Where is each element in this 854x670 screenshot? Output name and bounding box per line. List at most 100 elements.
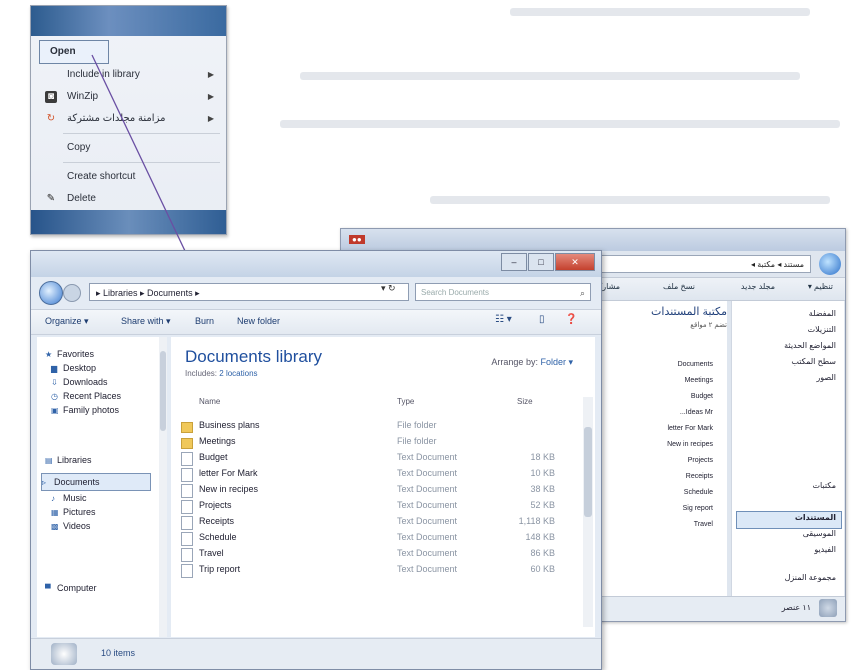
share-with-button[interactable]: Share with ▾ <box>121 316 171 327</box>
nav-item-libraries[interactable]: ▤ Libraries <box>45 455 92 465</box>
address-bar[interactable]: مستند ◂ مكتبة ◂ <box>601 255 811 273</box>
search-input[interactable]: Search Documents ⌕ <box>415 283 591 301</box>
nav-item-documents[interactable]: ▹ Documents <box>41 473 151 491</box>
menu-item-copy[interactable]: Copy <box>39 137 220 159</box>
list-item[interactable]: Ideas Mr... <box>613 409 713 416</box>
list-item[interactable]: Receipts Text Document 1,118 KB <box>181 515 565 531</box>
column-header-size[interactable]: Size <box>517 397 533 406</box>
nav-item-favorites[interactable]: ★ Favorites <box>45 349 94 359</box>
organize-button[interactable]: Organize ▾ <box>45 316 89 327</box>
nav-item-family-photos[interactable]: ▣ Family photos <box>51 405 119 415</box>
organize-button[interactable]: تنظيم ▾ <box>808 282 833 291</box>
menu-item-sync-shared-folders[interactable]: ↻ مزامنة مجلدات مشتركة ▶ <box>39 108 220 130</box>
list-item[interactable]: New in recipes Text Document 38 KB <box>181 483 565 499</box>
refresh-icon[interactable]: ▾ ↻ <box>381 283 396 294</box>
list-item[interactable]: Projects <box>613 457 713 464</box>
column-header-type[interactable]: Type <box>397 397 414 406</box>
nav-item-videos[interactable]: ▩ Videos <box>51 521 90 531</box>
list-item[interactable]: letter For Mark <box>613 425 713 432</box>
context-menu-list: Open Include in library ▶ ◙ WinZip ▶ ↻ مزامن… <box>39 40 220 210</box>
view-options-icon[interactable]: ☷ ▾ <box>495 314 512 325</box>
recent-icon: ◷ <box>51 392 58 401</box>
menu-item-open[interactable]: Open <box>39 40 109 64</box>
menu-item-winzip[interactable]: ◙ WinZip ▶ <box>39 86 220 108</box>
desktop-icon: ▆ <box>51 364 58 373</box>
menu-item-include-in-library[interactable]: Include in library ▶ <box>39 64 220 86</box>
library-icon <box>51 643 77 665</box>
list-item[interactable]: Schedule <box>613 489 713 496</box>
nav-item-downloads[interactable]: ⇩ Downloads <box>51 377 108 387</box>
maximize-button[interactable]: □ <box>528 253 554 271</box>
list-item[interactable]: Projects Text Document 52 KB <box>181 499 565 515</box>
scrollbar-thumb[interactable] <box>584 427 592 517</box>
menu-item-delete[interactable]: ✎ Delete <box>39 188 220 210</box>
nav-item-recent-places[interactable]: ◷ Recent Places <box>51 391 121 401</box>
forward-button[interactable] <box>63 284 81 302</box>
nav-item-videos[interactable]: الفيديو <box>740 545 836 554</box>
toolbar: Organize ▾ Share with ▾ Burn New folder … <box>31 309 601 335</box>
nav-item-music[interactable]: ♪ Music <box>51 493 87 503</box>
nav-scrollbar[interactable] <box>159 337 167 637</box>
minimize-button[interactable]: – <box>501 253 527 271</box>
library-title: مكتبة المستندات <box>651 306 727 318</box>
list-item[interactable]: Trip report Text Document 60 KB <box>181 563 565 579</box>
nav-item-downloads[interactable]: التنزيلات <box>740 325 836 334</box>
navigation-pane: المفضلة التنزيلات المواضع الحديثة سطح ال… <box>731 301 844 597</box>
menu-separator <box>63 162 220 163</box>
navigation-pane: ★ Favorites ▆ Desktop ⇩ Downloads ◷ Recent P… <box>37 337 166 637</box>
back-button[interactable] <box>819 253 841 275</box>
address-bar[interactable]: ▸ Libraries ▸ Documents ▸ <box>89 283 409 301</box>
file-list-scrollbar[interactable] <box>583 397 593 627</box>
nav-item-computer[interactable]: ▀ Computer <box>45 583 97 593</box>
new-folder-button[interactable]: مجلد جديد <box>741 282 775 291</box>
column-header-name[interactable]: Name <box>199 397 220 406</box>
nav-item-favorites[interactable]: المفضلة <box>740 309 836 318</box>
nav-item-documents[interactable]: المستندات <box>740 513 836 522</box>
list-item[interactable]: Travel Text Document 86 KB <box>181 547 565 563</box>
help-icon[interactable]: ❓ <box>565 314 577 325</box>
burn-button[interactable]: Burn <box>195 316 214 326</box>
nav-item-libraries[interactable]: مكتبات <box>740 481 837 490</box>
list-item[interactable]: Budget Text Document 18 KB <box>181 451 565 467</box>
text-document-icon <box>181 500 193 514</box>
list-item[interactable]: Meetings File folder <box>181 435 565 451</box>
submenu-arrow-icon: ▶ <box>207 114 214 123</box>
nav-item-recent[interactable]: المواضع الحديثة <box>740 341 836 350</box>
list-item[interactable]: Budget <box>613 393 713 400</box>
close-button[interactable]: ✕ <box>555 253 595 271</box>
taskbar-top <box>31 6 226 36</box>
list-item[interactable]: letter For Mark Text Document 10 KB <box>181 467 565 483</box>
scrollbar-thumb[interactable] <box>160 351 166 431</box>
library-includes: Includes: 2 locations <box>185 369 258 378</box>
list-item[interactable]: Meetings <box>613 377 713 384</box>
preview-pane-icon[interactable]: ▯ <box>539 314 545 325</box>
nav-item-desktop[interactable]: سطح المكتب <box>740 357 836 366</box>
nav-item-desktop[interactable]: ▆ Desktop <box>51 363 96 373</box>
list-item[interactable]: Business plans File folder <box>181 419 565 435</box>
nav-item-music[interactable]: الموسيقى <box>740 529 836 538</box>
menu-item-create-shortcut[interactable]: Create shortcut <box>39 166 220 188</box>
library-icon <box>819 599 837 617</box>
list-item[interactable]: Travel <box>613 521 713 528</box>
library-subtitle: تضم ٢ مواقع <box>690 322 727 329</box>
list-item[interactable]: Sig report <box>613 505 713 512</box>
window-label: ●● <box>349 235 365 244</box>
search-icon: ⌕ <box>579 288 585 298</box>
copy-file-button[interactable]: نسخ ملف <box>663 282 695 291</box>
list-item[interactable]: New in recipes <box>613 441 713 448</box>
arrange-by-dropdown[interactable]: Folder ▾ <box>540 357 573 367</box>
locations-link[interactable]: 2 locations <box>219 369 257 378</box>
sync-icon: ↻ <box>46 113 56 124</box>
nav-item-pictures[interactable]: الصور <box>740 373 836 382</box>
library-icon: ▤ <box>45 456 53 465</box>
back-button[interactable] <box>39 281 63 305</box>
taskbar-bottom <box>31 210 226 234</box>
new-folder-button[interactable]: New folder <box>237 316 280 326</box>
music-icon: ♪ <box>51 494 55 503</box>
nav-item-homegroup[interactable]: مجموعة المنزل <box>740 573 836 582</box>
list-item[interactable]: Documents <box>613 361 713 368</box>
nav-item-pictures[interactable]: ▦ Pictures <box>51 507 96 517</box>
list-item[interactable]: Schedule Text Document 148 KB <box>181 531 565 547</box>
submenu-arrow-icon: ▶ <box>207 70 214 79</box>
list-item[interactable]: Receipts <box>613 473 713 480</box>
